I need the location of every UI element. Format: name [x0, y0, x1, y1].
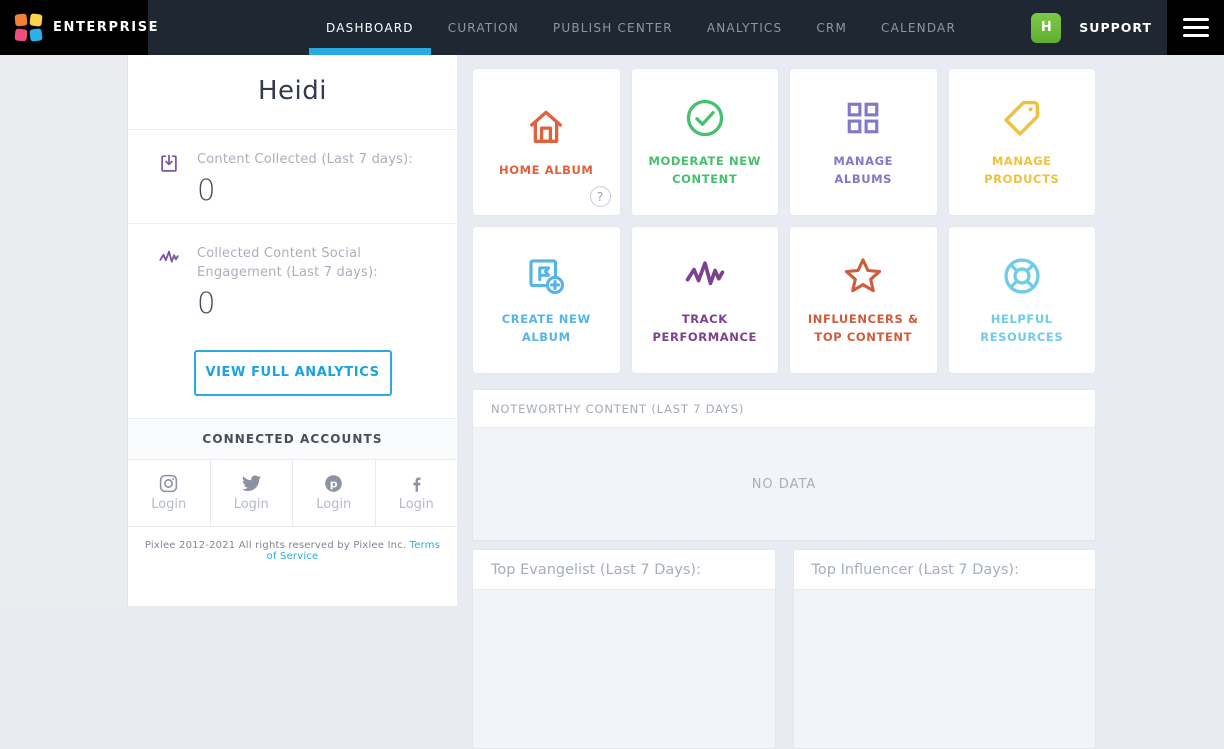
tile-label: INFLUENCERS & TOP CONTENT	[802, 311, 924, 347]
nav-right: H SUPPORT	[1031, 0, 1224, 55]
copyright-text: Pixlee 2012-2021 All rights reserved by …	[145, 540, 406, 551]
tile-label: MANAGE ALBUMS	[802, 153, 924, 189]
support-link[interactable]: SUPPORT	[1079, 20, 1152, 35]
shortcut-tile-grid: HOME ALBUM ? MODERATE NEW CONTENT	[472, 68, 1096, 374]
stat-label: Content Collected (Last 7 days):	[197, 151, 413, 170]
login-label: Login	[234, 497, 269, 512]
tile-manage-products[interactable]: MANAGE PRODUCTS	[948, 68, 1097, 216]
tile-label: HOME ALBUM	[485, 162, 607, 180]
tab-calendar[interactable]: CALENDAR	[881, 0, 956, 55]
tile-label: TRACK PERFORMANCE	[644, 311, 766, 347]
sidebar: Heidi Content Collected (Last 7 days): 0…	[128, 55, 457, 606]
connected-accounts-row: Login Login p Login Login	[128, 460, 457, 527]
stat-value: 0	[197, 173, 413, 207]
tile-label: MODERATE NEW CONTENT	[644, 153, 766, 189]
nav-tabs: DASHBOARD CURATION PUBLISH CENTER ANALYT…	[326, 0, 956, 55]
tile-manage-albums[interactable]: MANAGE ALBUMS	[789, 68, 938, 216]
tab-analytics[interactable]: ANALYTICS	[707, 0, 782, 55]
user-title: Heidi	[138, 76, 447, 106]
tile-label: CREATE NEW ALBUM	[485, 311, 607, 347]
main-area: HOME ALBUM ? MODERATE NEW CONTENT	[457, 55, 1224, 606]
svg-text:p: p	[330, 477, 338, 490]
view-full-analytics-button[interactable]: VIEW FULL ANALYTICS	[194, 350, 392, 396]
stat-content-collected: Content Collected (Last 7 days): 0	[128, 130, 457, 224]
tile-home-album[interactable]: HOME ALBUM ?	[472, 68, 621, 216]
login-label: Login	[151, 497, 186, 512]
top-influencer-panel: Top Influencer (Last 7 Days):	[793, 549, 1097, 749]
bottom-panels: Top Evangelist (Last 7 Days): Top Influe…	[472, 549, 1096, 749]
create-album-icon	[524, 254, 568, 298]
panel-body	[794, 590, 1096, 748]
pixlee-logo-icon	[15, 14, 42, 41]
sidebar-footer: Pixlee 2012-2021 All rights reserved by …	[128, 527, 457, 575]
brand-logo[interactable]: ENTERPRISE	[0, 0, 148, 55]
tile-track-performance[interactable]: TRACK PERFORMANCE	[631, 226, 780, 374]
noteworthy-content-title: NOTEWORTHY CONTENT (LAST 7 DAYS)	[473, 390, 1095, 428]
stat-engagement: Collected Content Social Engagement (Las…	[128, 224, 457, 336]
stat-value: 0	[197, 286, 437, 320]
profile-section: Heidi	[128, 55, 457, 130]
avatar[interactable]: H	[1031, 13, 1061, 43]
connected-accounts-header: CONNECTED ACCOUNTS	[128, 419, 457, 460]
instagram-icon	[158, 473, 179, 494]
instagram-login[interactable]: Login	[128, 460, 211, 526]
twitter-login[interactable]: Login	[211, 460, 294, 526]
tab-crm[interactable]: CRM	[816, 0, 847, 55]
stat-engagement-section: Collected Content Social Engagement (Las…	[128, 224, 457, 419]
panel-body	[473, 590, 775, 748]
top-influencer-title: Top Influencer (Last 7 Days):	[794, 550, 1096, 590]
left-gutter	[0, 55, 128, 606]
tab-dashboard[interactable]: DASHBOARD	[326, 0, 414, 55]
grid-icon	[841, 96, 885, 140]
help-badge[interactable]: ?	[590, 186, 611, 207]
home-icon	[524, 105, 568, 149]
twitter-icon	[241, 473, 262, 494]
top-nav: ENTERPRISE DASHBOARD CURATION PUBLISH CE…	[0, 0, 1224, 55]
pinterest-login[interactable]: p Login	[293, 460, 376, 526]
tile-helpful-resources[interactable]: HELPFUL RESOURCES	[948, 226, 1097, 374]
tile-create-new-album[interactable]: CREATE NEW ALBUM	[472, 226, 621, 374]
star-icon	[841, 254, 885, 298]
lifebuoy-icon	[1000, 254, 1044, 298]
engagement-icon	[158, 247, 180, 269]
tile-moderate-new-content[interactable]: MODERATE NEW CONTENT	[631, 68, 780, 216]
facebook-login[interactable]: Login	[376, 460, 458, 526]
hamburger-menu-icon[interactable]	[1167, 0, 1224, 55]
top-evangelist-title: Top Evangelist (Last 7 Days):	[473, 550, 775, 590]
top-evangelist-panel: Top Evangelist (Last 7 Days):	[472, 549, 776, 749]
check-circle-icon	[683, 96, 727, 140]
tab-publish-center[interactable]: PUBLISH CENTER	[553, 0, 673, 55]
noteworthy-content-panel: NOTEWORTHY CONTENT (LAST 7 DAYS) NO DATA	[472, 389, 1096, 541]
page-content: Heidi Content Collected (Last 7 days): 0…	[0, 55, 1224, 606]
tag-icon	[1000, 96, 1044, 140]
waveform-icon	[683, 254, 727, 298]
pinterest-icon: p	[323, 473, 344, 494]
tile-label: MANAGE PRODUCTS	[961, 153, 1083, 189]
tab-curation[interactable]: CURATION	[448, 0, 519, 55]
tile-influencers-top-content[interactable]: INFLUENCERS & TOP CONTENT	[789, 226, 938, 374]
tile-label: HELPFUL RESOURCES	[961, 311, 1083, 347]
brand-name: ENTERPRISE	[53, 20, 159, 35]
facebook-icon	[406, 473, 427, 494]
stat-label: Collected Content Social Engagement (Las…	[197, 245, 437, 283]
content-collected-icon	[158, 153, 180, 175]
login-label: Login	[316, 497, 351, 512]
no-data-text: NO DATA	[473, 428, 1095, 540]
login-label: Login	[399, 497, 434, 512]
